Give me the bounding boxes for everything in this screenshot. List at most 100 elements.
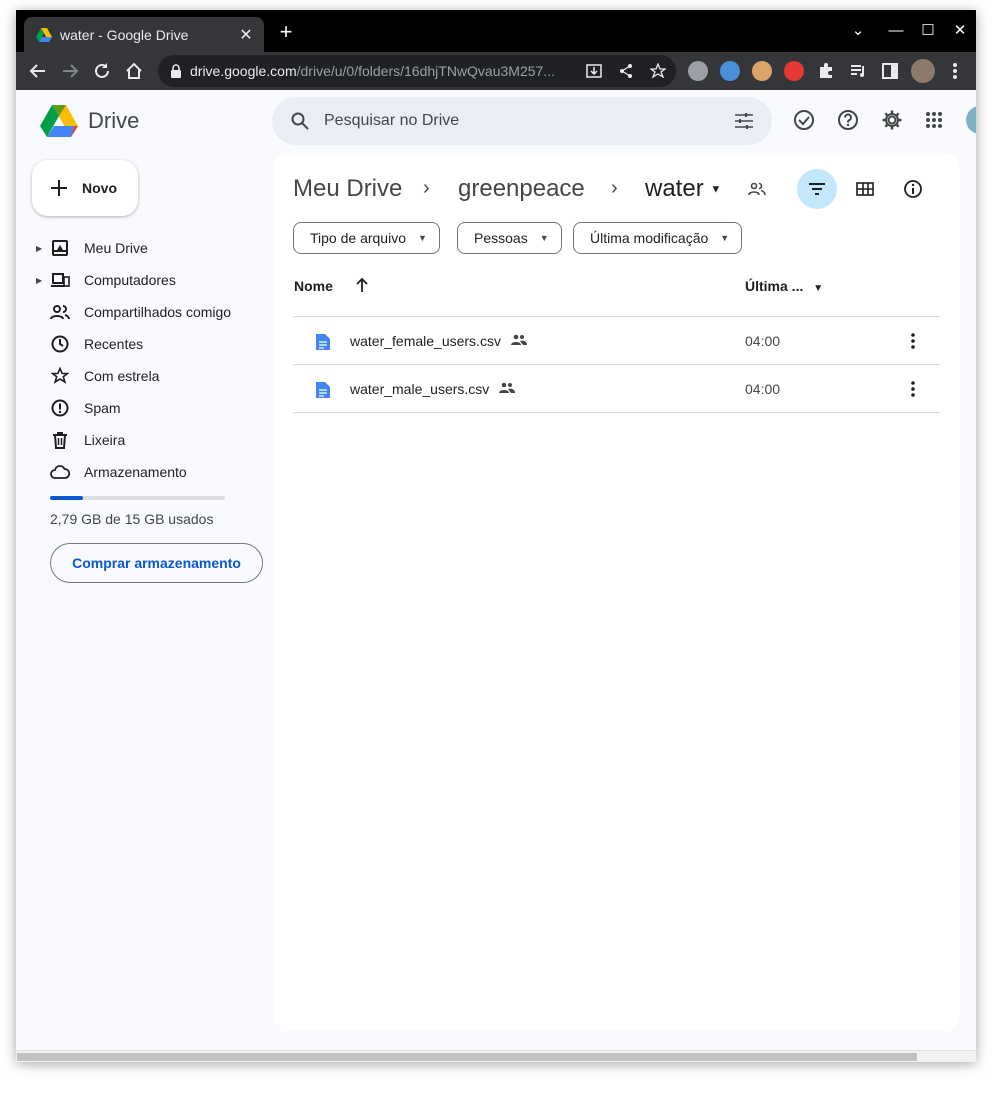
column-dropdown-caret-icon[interactable]: ▼: [813, 283, 823, 294]
browser-menu-icon[interactable]: [943, 59, 967, 83]
expand-caret-icon[interactable]: ▶: [36, 276, 48, 285]
storage-progress-bar: [50, 496, 225, 500]
breadcrumb-greenpeace[interactable]: greenpeace: [458, 175, 585, 203]
storage-usage-text: 2,79 GB de 15 GB usados: [50, 511, 214, 527]
tab-title: water - Google Drive: [60, 26, 189, 43]
my-drive-icon: [50, 238, 70, 258]
extension-blue-icon[interactable]: [720, 61, 740, 81]
reload-icon[interactable]: [90, 59, 114, 83]
sidebar-item-label: Recentes: [84, 336, 144, 352]
filter-file-type[interactable]: Tipo de arquivo ▼: [293, 222, 440, 254]
column-header-name[interactable]: Nome: [294, 278, 333, 294]
document-file-icon: [316, 334, 330, 350]
filter-last-modified[interactable]: Última modificação ▼: [573, 222, 743, 254]
new-tab-button[interactable]: +: [274, 20, 298, 44]
bookmark-star-icon[interactable]: [646, 59, 670, 83]
sidebar-item-label: Spam: [84, 400, 121, 416]
ready-offline-icon[interactable]: [792, 108, 816, 132]
table-row[interactable]: water_male_users.csv 04:00: [293, 365, 940, 413]
folder-menu-caret-icon[interactable]: ▼: [710, 184, 721, 196]
search-options-icon[interactable]: [732, 109, 756, 133]
address-bar[interactable]: drive.google.com/drive/u/0/folders/16dhj…: [158, 55, 676, 87]
spam-icon: [50, 398, 70, 418]
new-button-label: Novo: [82, 180, 117, 196]
tab-search-chevron-icon[interactable]: ⌄: [846, 20, 870, 42]
expand-caret-icon[interactable]: ▶: [36, 244, 48, 253]
sidebar-item-trash[interactable]: Lixeira: [36, 424, 266, 456]
trash-icon: [50, 430, 70, 450]
storage-progress-fill: [50, 496, 83, 500]
sort-arrow-up-icon[interactable]: [355, 277, 371, 295]
sidebar-item-storage[interactable]: Armazenamento: [36, 456, 266, 488]
search-input[interactable]: Pesquisar no Drive: [324, 112, 732, 130]
column-header-modified[interactable]: Última ... ▼: [745, 278, 823, 294]
media-queue-icon[interactable]: [846, 59, 870, 83]
browser-toolbar: drive.google.com/drive/u/0/folders/16dhj…: [16, 52, 976, 90]
horizontal-scrollbar[interactable]: [16, 1050, 976, 1062]
sidebar-item-spam[interactable]: Spam: [36, 392, 266, 424]
install-app-icon[interactable]: [582, 59, 606, 83]
settings-gear-icon[interactable]: [880, 108, 904, 132]
minimize-button[interactable]: —: [884, 20, 908, 42]
extensions-puzzle-icon[interactable]: [814, 59, 838, 83]
drive-logo-icon[interactable]: [40, 104, 78, 138]
file-modified: 04:00: [745, 381, 781, 397]
breadcrumb-current-folder[interactable]: water ▼: [645, 175, 721, 203]
current-folder-label: water: [645, 175, 704, 202]
sidebar-item-label: Armazenamento: [84, 464, 187, 480]
side-panel-icon[interactable]: [878, 59, 902, 83]
drive-logo-text[interactable]: Drive: [88, 108, 139, 134]
sidebar-item-my-drive[interactable]: ▶ Meu Drive: [36, 232, 266, 264]
table-row[interactable]: water_female_users.csv 04:00: [293, 317, 940, 365]
file-modified: 04:00: [745, 333, 781, 349]
extension-red-icon[interactable]: [784, 61, 804, 81]
maximize-button[interactable]: ☐: [916, 20, 940, 42]
apps-grid-icon[interactable]: [922, 108, 946, 132]
tab-close-icon[interactable]: ✕: [234, 25, 258, 45]
grid-view-icon[interactable]: [845, 169, 885, 209]
profile-avatar[interactable]: [911, 59, 935, 83]
filter-people[interactable]: Pessoas ▼: [457, 222, 562, 254]
file-name: water_male_users.csv: [350, 381, 516, 397]
breadcrumb-chevron-icon: ›: [423, 177, 430, 199]
star-icon: [50, 366, 70, 386]
dropdown-caret-icon: ▼: [720, 233, 730, 243]
shared-icon: [50, 302, 70, 322]
url-text: drive.google.com/drive/u/0/folders/16dhj…: [190, 63, 580, 79]
folder-shared-icon[interactable]: [737, 169, 777, 209]
file-name-label: water_male_users.csv: [350, 381, 490, 397]
shared-people-icon: [499, 382, 516, 393]
home-icon[interactable]: [122, 59, 146, 83]
lock-icon: [171, 64, 181, 78]
scrollbar-thumb[interactable]: [17, 1053, 917, 1061]
sidebar-item-computers[interactable]: ▶ Computadores: [36, 264, 266, 296]
more-actions-icon[interactable]: [901, 377, 925, 401]
share-icon[interactable]: [614, 59, 638, 83]
more-actions-icon[interactable]: [901, 329, 925, 353]
filter-label: Última modificação: [590, 230, 709, 246]
close-window-button[interactable]: ✕: [948, 20, 972, 42]
url-host: drive.google.com: [190, 63, 297, 79]
help-icon[interactable]: [836, 108, 860, 132]
sidebar-item-shared[interactable]: Compartilhados comigo: [36, 296, 266, 328]
buy-storage-button[interactable]: Comprar armazenamento: [50, 543, 263, 583]
filter-label: Tipo de arquivo: [310, 230, 406, 246]
new-button[interactable]: Novo: [32, 160, 138, 216]
account-avatar[interactable]: [966, 106, 976, 134]
forward-arrow-icon[interactable]: [58, 59, 82, 83]
filter-toggle-icon[interactable]: [797, 169, 837, 209]
sidebar-item-starred[interactable]: Com estrela: [36, 360, 266, 392]
sidebar-item-recent[interactable]: Recentes: [36, 328, 266, 360]
cloud-icon: [50, 462, 70, 482]
sidebar-item-label: Compartilhados comigo: [84, 304, 232, 320]
clock-icon: [50, 334, 70, 354]
search-icon[interactable]: [288, 109, 312, 133]
extension-gray-icon[interactable]: [688, 61, 708, 81]
back-arrow-icon[interactable]: [26, 59, 50, 83]
breadcrumb-my-drive[interactable]: Meu Drive: [293, 175, 402, 203]
search-bar[interactable]: Pesquisar no Drive: [272, 97, 772, 145]
main-panel: Meu Drive › greenpeace › water ▼ Tipo de…: [273, 153, 960, 1030]
browser-tab[interactable]: water - Google Drive ✕: [24, 17, 264, 52]
info-icon[interactable]: [893, 169, 933, 209]
extension-owl-icon[interactable]: [752, 61, 772, 81]
